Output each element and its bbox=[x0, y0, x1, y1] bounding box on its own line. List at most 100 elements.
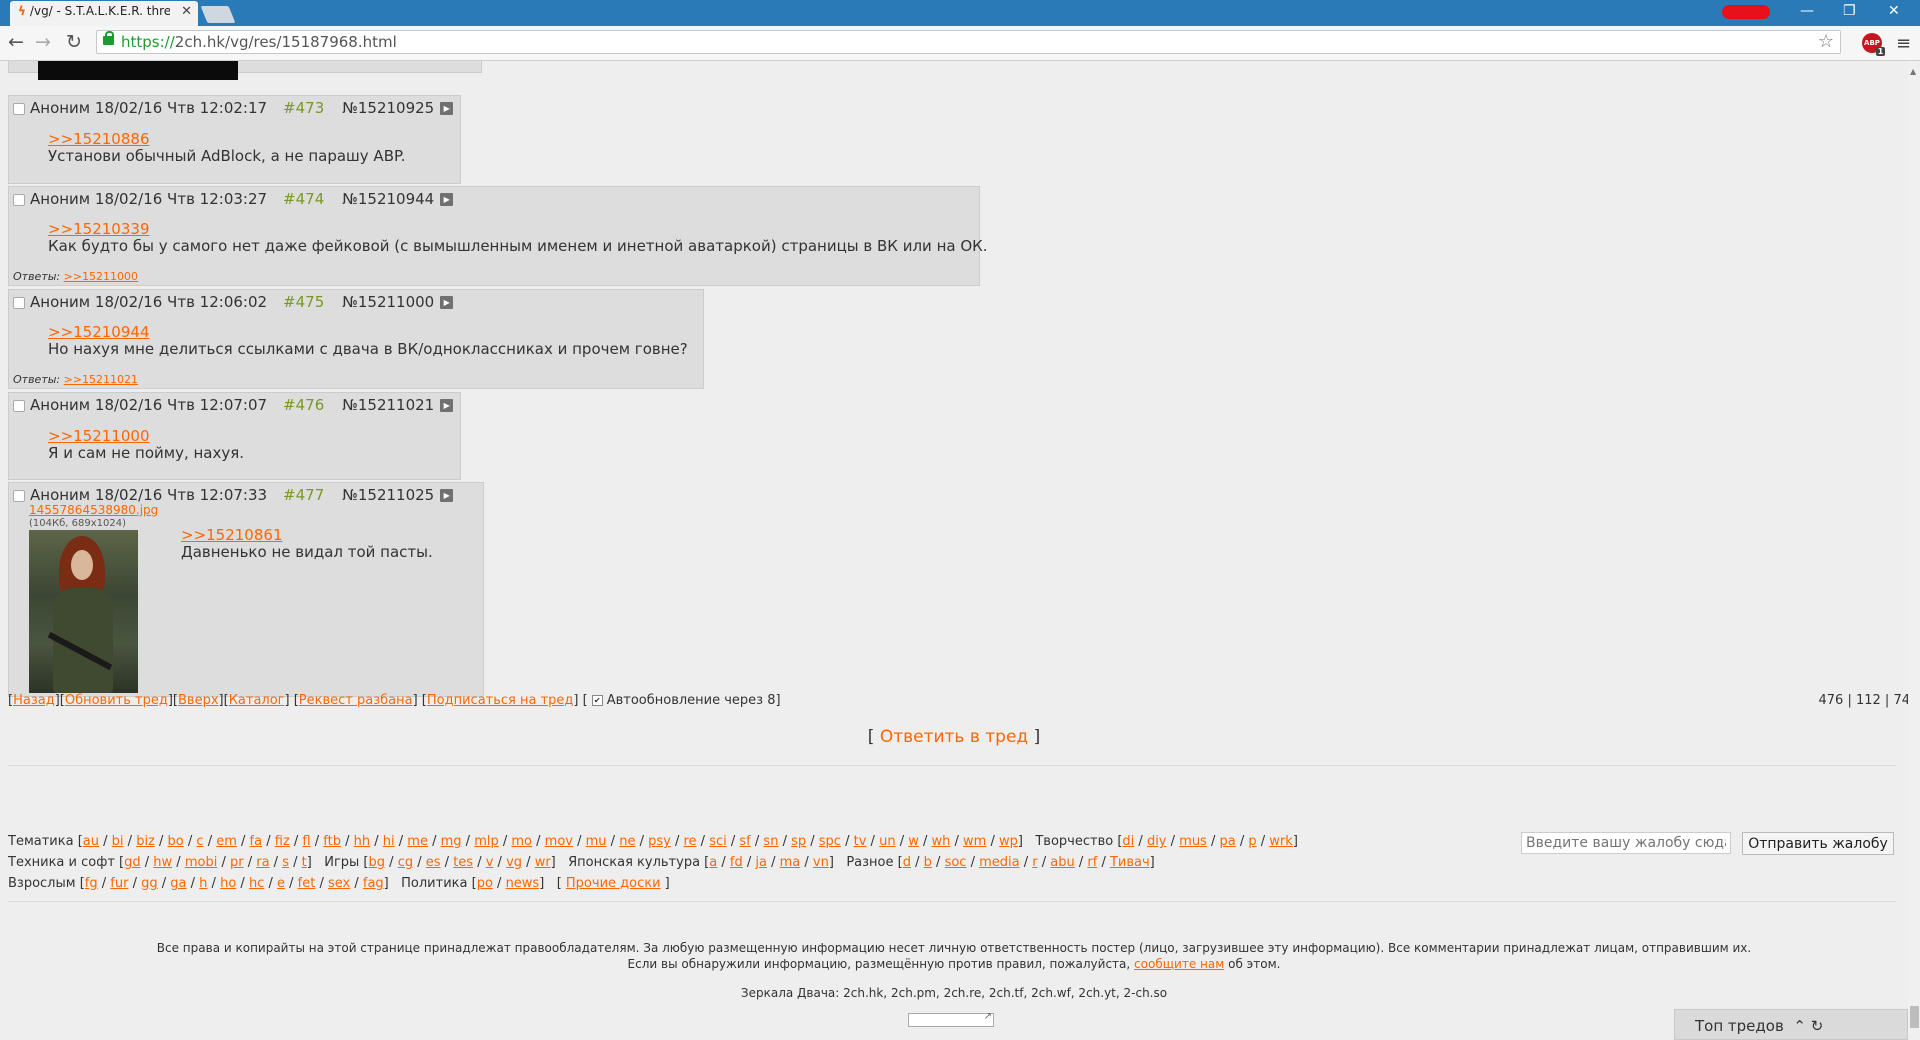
reply-in-thread-link[interactable]: Ответить в тред bbox=[880, 727, 1028, 747]
board-link-r[interactable]: r bbox=[1032, 855, 1037, 870]
board-link-rf[interactable]: rf bbox=[1087, 855, 1097, 870]
board-link-mobi[interactable]: mobi bbox=[185, 855, 217, 870]
board-link-fa[interactable]: fa bbox=[250, 834, 263, 849]
board-link-fag[interactable]: fag bbox=[363, 876, 384, 891]
post-id[interactable]: №15211025 bbox=[342, 486, 434, 504]
board-link-me[interactable]: me bbox=[407, 834, 428, 849]
board-link-cg[interactable]: cg bbox=[398, 855, 413, 870]
report-link[interactable]: сообщите нам bbox=[1134, 957, 1224, 971]
board-link-wrk[interactable]: wrk bbox=[1269, 834, 1293, 849]
board-link-news[interactable]: news bbox=[506, 876, 540, 891]
forward-icon[interactable]: → bbox=[35, 31, 51, 53]
board-link-bg[interactable]: bg bbox=[369, 855, 386, 870]
close-window-icon[interactable]: ✕ bbox=[1888, 3, 1900, 19]
board-link-hw[interactable]: hw bbox=[153, 855, 172, 870]
board-link-tv[interactable]: tv bbox=[854, 834, 867, 849]
post-reply-link[interactable]: >>15210861 bbox=[181, 526, 282, 544]
board-link-a[interactable]: a bbox=[709, 855, 717, 870]
board-link-mlp[interactable]: mlp bbox=[474, 834, 499, 849]
new-tab-button[interactable] bbox=[200, 6, 236, 23]
board-link-d[interactable]: d bbox=[903, 855, 911, 870]
post-checkbox[interactable] bbox=[13, 193, 25, 206]
board-link-hh[interactable]: hh bbox=[354, 834, 370, 849]
board-link-em[interactable]: em bbox=[216, 834, 237, 849]
post-reply-link[interactable]: >>15211000 bbox=[48, 427, 149, 445]
post-checkbox[interactable] bbox=[13, 102, 25, 115]
board-link-b[interactable]: b bbox=[924, 855, 932, 870]
post-menu-icon[interactable]: ▶ bbox=[440, 193, 454, 206]
post-menu-icon[interactable]: ▶ bbox=[440, 489, 454, 502]
post-reply-link[interactable]: >>15210886 bbox=[48, 130, 149, 148]
board-link-ja[interactable]: ja bbox=[755, 855, 767, 870]
board-link-vg[interactable]: vg bbox=[506, 855, 522, 870]
close-tab-icon[interactable]: ✕ bbox=[181, 4, 192, 19]
board-link-hi[interactable]: hi bbox=[383, 834, 395, 849]
board-link-spc[interactable]: spc bbox=[819, 834, 841, 849]
nav-back-link[interactable]: Назад bbox=[13, 693, 55, 708]
board-link-soc[interactable]: soc bbox=[945, 855, 967, 870]
board-link-t[interactable]: t bbox=[302, 855, 307, 870]
nav-ban-request-link[interactable]: Реквест разбана bbox=[299, 693, 413, 708]
maximize-icon[interactable]: ❐ bbox=[1843, 3, 1856, 19]
board-link-sp[interactable]: sp bbox=[791, 834, 806, 849]
board-link-wh[interactable]: wh bbox=[932, 834, 951, 849]
replies-link[interactable]: >>15211000 bbox=[64, 270, 138, 283]
post-checkbox[interactable] bbox=[13, 296, 25, 309]
board-link-ne[interactable]: ne bbox=[619, 834, 635, 849]
board-link-pa[interactable]: pa bbox=[1220, 834, 1236, 849]
board-link-Тивач[interactable]: Тивач bbox=[1110, 855, 1150, 870]
nav-catalog-link[interactable]: Каталог bbox=[229, 693, 285, 708]
board-link-mov[interactable]: mov bbox=[545, 834, 573, 849]
reload-icon[interactable]: ↻ bbox=[66, 31, 82, 53]
board-link-ga[interactable]: ga bbox=[170, 876, 186, 891]
post-id[interactable]: №15210944 bbox=[342, 190, 434, 208]
nav-refresh-link[interactable]: Обновить тред bbox=[65, 693, 168, 708]
board-link-psy[interactable]: psy bbox=[648, 834, 671, 849]
adblock-plus-icon[interactable]: ABP 1 bbox=[1862, 33, 1885, 56]
nav-subscribe-link[interactable]: Подписаться на тред bbox=[427, 693, 574, 708]
board-link-ho[interactable]: ho bbox=[220, 876, 236, 891]
post-image-partial[interactable] bbox=[38, 61, 238, 80]
board-link-po[interactable]: po bbox=[477, 876, 493, 891]
board-link-bi[interactable]: bi bbox=[112, 834, 124, 849]
board-link-ra[interactable]: ra bbox=[256, 855, 269, 870]
minimize-icon[interactable]: — bbox=[1800, 3, 1814, 19]
post-reply-link[interactable]: >>15210944 bbox=[48, 323, 149, 341]
board-link-w[interactable]: w bbox=[908, 834, 919, 849]
board-link-gg[interactable]: gg bbox=[141, 876, 158, 891]
post-checkbox[interactable] bbox=[13, 489, 25, 502]
post-image-thumbnail[interactable] bbox=[29, 530, 138, 693]
browser-menu-icon[interactable]: ≡ bbox=[1896, 33, 1911, 54]
bookmark-star-icon[interactable]: ☆ bbox=[1818, 31, 1834, 52]
autoupdate-checkbox[interactable]: ✔ bbox=[591, 695, 603, 706]
other-boards-link[interactable]: Прочие доски bbox=[566, 876, 661, 891]
board-link-bo[interactable]: bo bbox=[168, 834, 184, 849]
board-link-abu[interactable]: abu bbox=[1050, 855, 1074, 870]
refresh-icon[interactable]: ↻ bbox=[1811, 1017, 1824, 1035]
browser-tab[interactable]: ϟ/vg/ - S.T.A.L.K.E.R. thread ✕ bbox=[10, 1, 198, 26]
board-link-gd[interactable]: gd bbox=[124, 855, 141, 870]
counter-widget[interactable]: ↗ bbox=[908, 1011, 994, 1027]
board-link-sci[interactable]: sci bbox=[709, 834, 727, 849]
board-link-e[interactable]: e bbox=[277, 876, 285, 891]
board-link-ftb[interactable]: ftb bbox=[323, 834, 341, 849]
post-reply-link[interactable]: >>15210339 bbox=[48, 220, 149, 238]
nav-up-link[interactable]: Вверх bbox=[178, 693, 219, 708]
board-link-wr[interactable]: wr bbox=[535, 855, 551, 870]
page-scrollbar[interactable]: ▲ bbox=[1908, 61, 1920, 1040]
board-link-c[interactable]: c bbox=[196, 834, 203, 849]
board-link-mus[interactable]: mus bbox=[1179, 834, 1207, 849]
post-menu-icon[interactable]: ▶ bbox=[440, 102, 454, 115]
board-link-h[interactable]: h bbox=[199, 876, 207, 891]
top-threads-panel[interactable]: Топ тредов ⌃ ↻ bbox=[1674, 1009, 1908, 1040]
board-link-wp[interactable]: wp bbox=[999, 834, 1018, 849]
board-link-un[interactable]: un bbox=[879, 834, 895, 849]
board-link-biz[interactable]: biz bbox=[136, 834, 155, 849]
board-link-fg[interactable]: fg bbox=[85, 876, 98, 891]
board-link-mg[interactable]: mg bbox=[441, 834, 462, 849]
board-link-hc[interactable]: hc bbox=[249, 876, 264, 891]
board-link-fet[interactable]: fet bbox=[298, 876, 316, 891]
board-link-fd[interactable]: fd bbox=[730, 855, 743, 870]
post-menu-icon[interactable]: ▶ bbox=[440, 399, 454, 412]
send-complaint-button[interactable]: Отправить жалобу bbox=[1742, 832, 1894, 855]
